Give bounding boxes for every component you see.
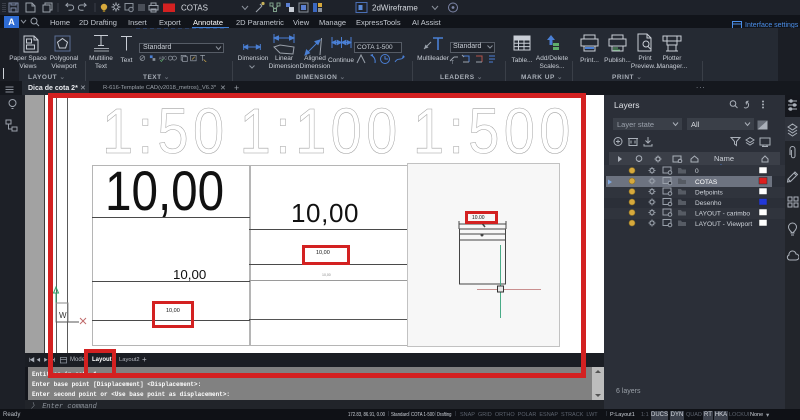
- svg-text:0: 0: [695, 168, 699, 175]
- svg-text:T: T: [451, 60, 454, 65]
- svg-text:LAYOUT - Viewport: LAYOUT - Viewport: [695, 221, 752, 228]
- svg-text:Defpoints: Defpoints: [695, 190, 724, 197]
- svg-text:COTAS: COTAS: [181, 4, 208, 13]
- svg-text:Desenho: Desenho: [695, 200, 722, 207]
- svg-text:LAYOUT - carimbo: LAYOUT - carimbo: [695, 211, 750, 218]
- svg-text:2dWireframe: 2dWireframe: [372, 4, 418, 13]
- svg-text:COTAS: COTAS: [695, 179, 718, 186]
